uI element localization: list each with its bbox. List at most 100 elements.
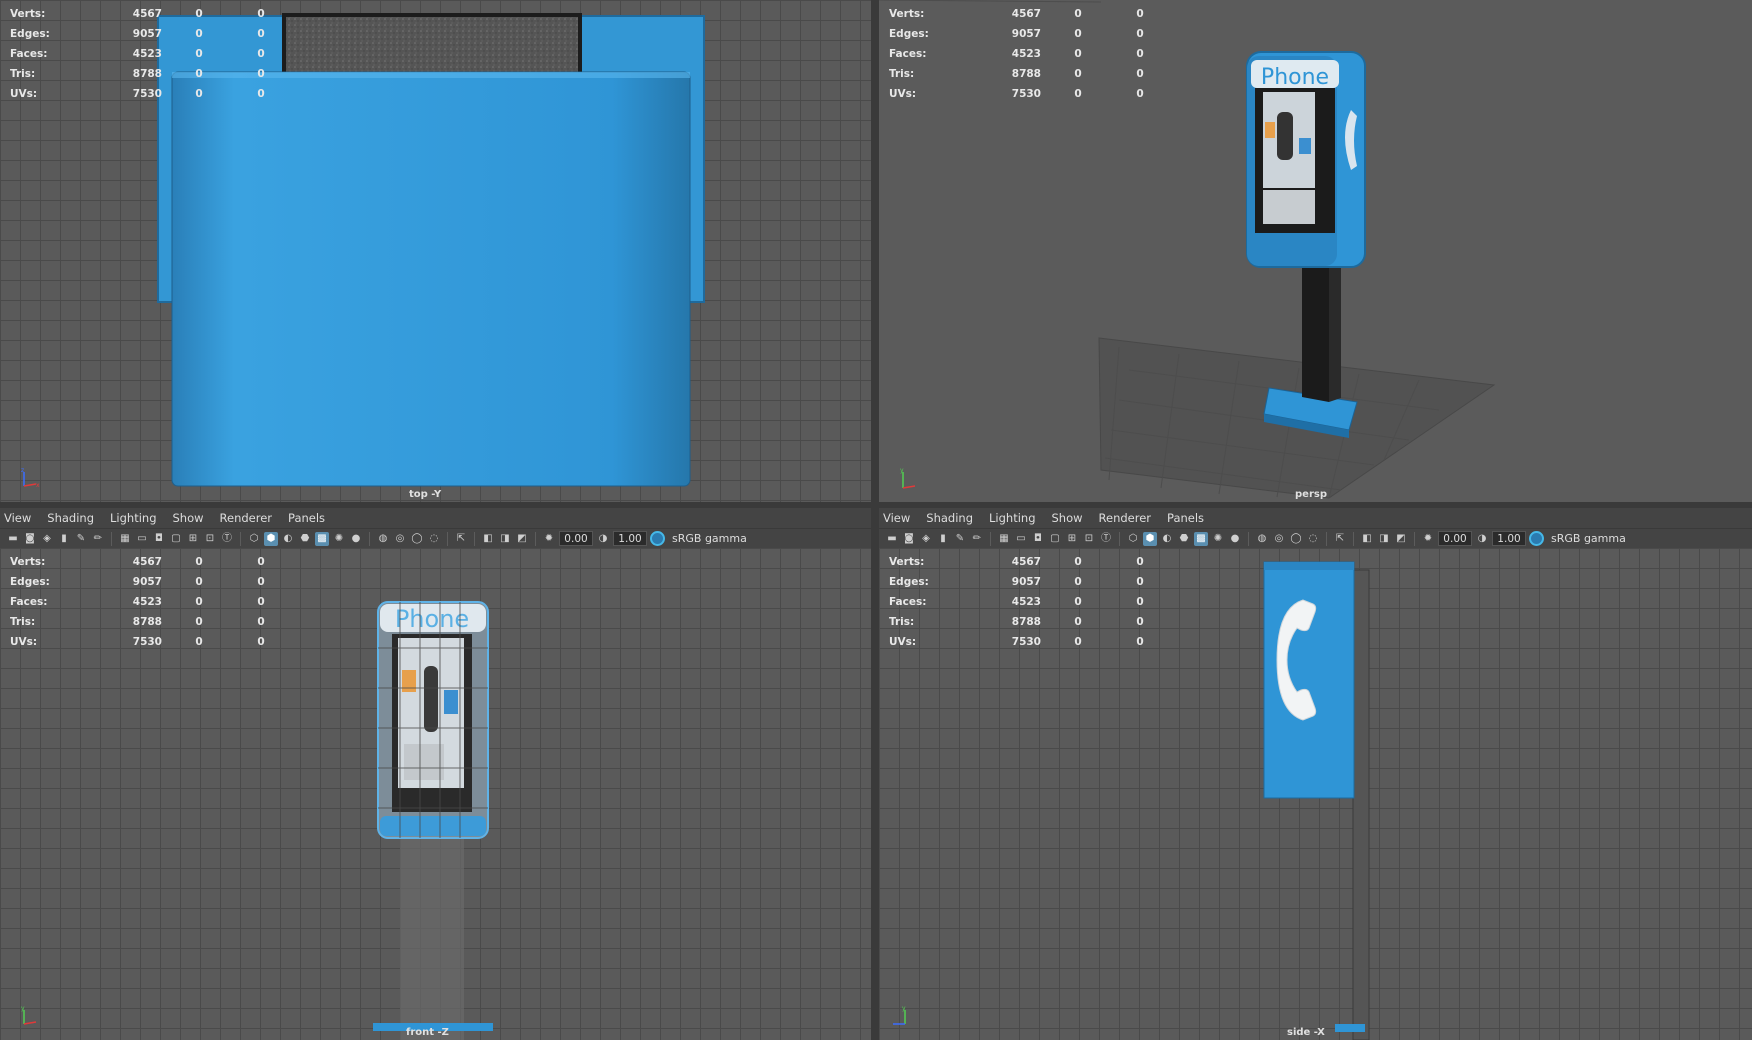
field-chart-icon[interactable]: ⊞ bbox=[1065, 532, 1079, 546]
depth-of-field-icon[interactable]: ◌ bbox=[427, 532, 441, 546]
gate-mask-icon[interactable]: ▢ bbox=[169, 532, 183, 546]
isolate-select-icon[interactable]: ⇱ bbox=[454, 532, 468, 546]
svg-text:y: y bbox=[900, 467, 904, 474]
resolution-gate-icon[interactable]: ◘ bbox=[152, 532, 166, 546]
menu-show[interactable]: Show bbox=[173, 511, 204, 525]
stats-row-uvs: UVs: 7530 0 0 bbox=[10, 636, 265, 648]
two-d-pan-icon[interactable]: ✎ bbox=[74, 532, 88, 546]
xray-joints-icon[interactable]: ◨ bbox=[1377, 532, 1391, 546]
bookmark-icon[interactable]: ◈ bbox=[40, 532, 54, 546]
shadows-icon[interactable]: ● bbox=[349, 532, 363, 546]
color-management-icon[interactable] bbox=[1529, 531, 1544, 546]
exposure-field[interactable]: 0.00 bbox=[559, 531, 593, 546]
safe-title-icon[interactable]: Ⓣ bbox=[1099, 532, 1113, 546]
exposure-icon[interactable]: ✹ bbox=[542, 532, 556, 546]
menu-shading[interactable]: Shading bbox=[926, 511, 973, 525]
wireframe-on-shaded-icon[interactable]: ⬣ bbox=[1177, 532, 1191, 546]
stats-row-faces: Faces: 4523 0 0 bbox=[10, 596, 265, 608]
axis-gizmo-icon: y bbox=[900, 467, 916, 489]
menu-renderer[interactable]: Renderer bbox=[1099, 511, 1152, 525]
gamma-field[interactable]: 1.00 bbox=[1492, 531, 1526, 546]
viewport-front[interactable]: Verts: 4567 0 0 Edges: 9057 0 0 Faces: 4523 0 0 T… bbox=[0, 548, 871, 1040]
axis-gizmo-icon: z x bbox=[21, 467, 40, 489]
safe-action-icon[interactable]: ⊡ bbox=[203, 532, 217, 546]
stats-row-faces: Faces: 4523 0 0 bbox=[889, 48, 1144, 60]
menu-shading[interactable]: Shading bbox=[47, 511, 94, 525]
depth-of-field-icon[interactable]: ◌ bbox=[1306, 532, 1320, 546]
use-all-lights-icon[interactable]: ✺ bbox=[1211, 532, 1225, 546]
menu-view[interactable]: View bbox=[883, 511, 910, 525]
two-d-pan-icon[interactable]: ✎ bbox=[953, 532, 967, 546]
menu-panels[interactable]: Panels bbox=[288, 511, 325, 525]
grid-icon[interactable]: ▦ bbox=[997, 532, 1011, 546]
menu-lighting[interactable]: Lighting bbox=[110, 511, 156, 525]
stats-row-tris: Tris: 8788 0 0 bbox=[10, 68, 265, 80]
camera-select-icon[interactable]: ▬ bbox=[6, 532, 20, 546]
default-material-icon[interactable]: ◐ bbox=[1160, 532, 1174, 546]
viewport-persp-pane: Verts: 4567 0 0 Edges: 9057 0 0 Faces: 4523 0 0 T… bbox=[879, 0, 1752, 502]
stats-row-faces: Faces: 4523 0 0 bbox=[889, 596, 1144, 608]
viewport-persp[interactable]: Verts: 4567 0 0 Edges: 9057 0 0 Faces: 4523 0 0 T… bbox=[879, 0, 1752, 502]
stats-row-uvs: UVs: 7530 0 0 bbox=[10, 88, 265, 100]
color-space-label[interactable]: sRGB gamma bbox=[672, 532, 747, 545]
menu-show[interactable]: Show bbox=[1052, 511, 1083, 525]
smooth-shade-icon[interactable]: ⬢ bbox=[264, 531, 278, 546]
textured-icon[interactable]: ▩ bbox=[1194, 531, 1208, 546]
screen-space-ao-icon[interactable]: ◍ bbox=[1255, 532, 1269, 546]
gamma-icon[interactable]: ◑ bbox=[1475, 532, 1489, 546]
color-space-label[interactable]: sRGB gamma bbox=[1551, 532, 1626, 545]
backface-culling-icon[interactable]: ◩ bbox=[515, 532, 529, 546]
menu-view[interactable]: View bbox=[4, 511, 31, 525]
camera-select-icon[interactable]: ▬ bbox=[885, 532, 899, 546]
xray-icon[interactable]: ◧ bbox=[481, 532, 495, 546]
gate-mask-icon[interactable]: ▢ bbox=[1048, 532, 1062, 546]
textured-icon[interactable]: ▩ bbox=[315, 531, 329, 546]
film-gate-icon[interactable]: ▭ bbox=[135, 532, 149, 546]
use-all-lights-icon[interactable]: ✺ bbox=[332, 532, 346, 546]
image-plane-icon[interactable]: ▮ bbox=[936, 532, 950, 546]
xray-joints-icon[interactable]: ◨ bbox=[498, 532, 512, 546]
isolate-select-icon[interactable]: ⇱ bbox=[1333, 532, 1347, 546]
xray-icon[interactable]: ◧ bbox=[1360, 532, 1374, 546]
camera-attributes-icon[interactable]: ◙ bbox=[902, 532, 916, 546]
menu-panels[interactable]: Panels bbox=[1167, 511, 1204, 525]
exposure-icon[interactable]: ✹ bbox=[1421, 532, 1435, 546]
backface-culling-icon[interactable]: ◩ bbox=[1394, 532, 1408, 546]
panel-menubar: View Shading Lighting Show Renderer Pane… bbox=[879, 508, 1752, 528]
menu-renderer[interactable]: Renderer bbox=[220, 511, 273, 525]
poly-stats-hud: Verts: 4567 0 0 Edges: 9057 0 0 Faces: 4523 0 0 T… bbox=[10, 4, 292, 104]
camera-label-persp: persp bbox=[1295, 489, 1327, 500]
default-material-icon[interactable]: ◐ bbox=[281, 532, 295, 546]
svg-text:y: y bbox=[21, 1005, 25, 1012]
vertical-splitter[interactable] bbox=[871, 0, 879, 1040]
gamma-icon[interactable]: ◑ bbox=[596, 532, 610, 546]
resolution-gate-icon[interactable]: ◘ bbox=[1031, 532, 1045, 546]
screen-space-ao-icon[interactable]: ◍ bbox=[376, 532, 390, 546]
film-gate-icon[interactable]: ▭ bbox=[1014, 532, 1028, 546]
menu-lighting[interactable]: Lighting bbox=[989, 511, 1035, 525]
color-management-icon[interactable] bbox=[650, 531, 665, 546]
grease-pencil-icon[interactable]: ✏ bbox=[970, 532, 984, 546]
safe-action-icon[interactable]: ⊡ bbox=[1082, 532, 1096, 546]
grease-pencil-icon[interactable]: ✏ bbox=[91, 532, 105, 546]
anti-aliasing-icon[interactable]: ◯ bbox=[1289, 532, 1303, 546]
camera-attributes-icon[interactable]: ◙ bbox=[23, 532, 37, 546]
safe-title-icon[interactable]: Ⓣ bbox=[220, 532, 234, 546]
wireframe-icon[interactable]: ⬡ bbox=[1126, 532, 1140, 546]
motion-blur-icon[interactable]: ◎ bbox=[393, 532, 407, 546]
exposure-field[interactable]: 0.00 bbox=[1438, 531, 1472, 546]
stats-row-tris: Tris: 8788 0 0 bbox=[889, 616, 1144, 628]
wireframe-on-shaded-icon[interactable]: ⬣ bbox=[298, 532, 312, 546]
wireframe-icon[interactable]: ⬡ bbox=[247, 532, 261, 546]
anti-aliasing-icon[interactable]: ◯ bbox=[410, 532, 424, 546]
bookmark-icon[interactable]: ◈ bbox=[919, 532, 933, 546]
field-chart-icon[interactable]: ⊞ bbox=[186, 532, 200, 546]
viewport-top[interactable]: Verts: 4567 0 0 Edges: 9057 0 0 Faces: 4523 0 0 T… bbox=[0, 0, 871, 502]
gamma-field[interactable]: 1.00 bbox=[613, 531, 647, 546]
smooth-shade-icon[interactable]: ⬢ bbox=[1143, 531, 1157, 546]
shadows-icon[interactable]: ● bbox=[1228, 532, 1242, 546]
image-plane-icon[interactable]: ▮ bbox=[57, 532, 71, 546]
motion-blur-icon[interactable]: ◎ bbox=[1272, 532, 1286, 546]
viewport-side[interactable]: Verts: 4567 0 0 Edges: 9057 0 0 Faces: 4523 0 0 T… bbox=[879, 548, 1752, 1040]
grid-icon[interactable]: ▦ bbox=[118, 532, 132, 546]
